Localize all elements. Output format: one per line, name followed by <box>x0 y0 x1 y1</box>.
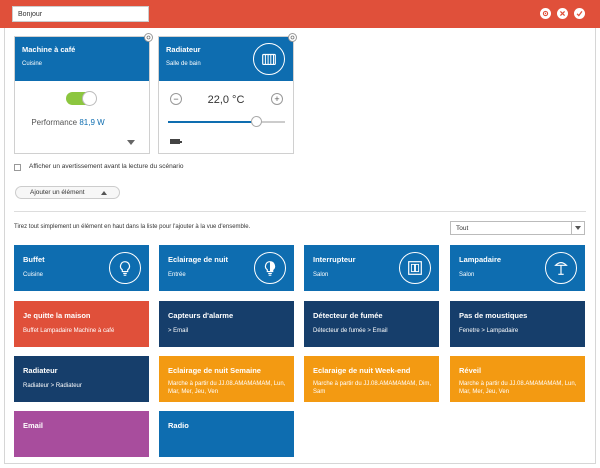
action-tile[interactable]: Radio <box>159 411 294 457</box>
bulb-icon <box>109 252 141 284</box>
tile-title: Radio <box>168 421 189 430</box>
radiator-icon <box>253 43 285 75</box>
chevron-down-icon[interactable] <box>571 222 584 234</box>
tile-title: Réveil <box>459 366 482 375</box>
floor-lamp-icon <box>545 252 577 284</box>
performance-label: Performance <box>31 118 78 127</box>
tile-title: Je quitte la maison <box>23 311 91 320</box>
tile-title: Pas de moustiques <box>459 311 528 320</box>
filter-value: Tout <box>456 224 469 232</box>
toggle-knob[interactable] <box>82 91 97 106</box>
element-tile[interactable]: Lampadaire Salon <box>450 245 585 291</box>
gear-icon <box>542 10 549 17</box>
tile-subtitle: Détecteur de fumée > Email <box>313 328 388 334</box>
tile-subtitle: Buffet Lampadaire Machine à café <box>23 328 115 334</box>
gear-icon <box>290 35 295 40</box>
chevron-up-icon <box>101 191 107 195</box>
remove-card-button[interactable] <box>288 33 297 42</box>
filter-select[interactable]: Tout <box>450 221 585 235</box>
scenario-tile[interactable]: Capteurs d'alarme > Email <box>159 301 294 347</box>
divider <box>14 211 586 212</box>
tile-subtitle: Radiateur > Radiateur <box>23 383 82 389</box>
tile-title: Détecteur de fumée <box>313 311 383 320</box>
tile-title: Eclaraige de nuit Week-end <box>313 366 411 375</box>
slider-handle[interactable] <box>250 116 262 127</box>
timer-tile[interactable]: Eclairage de nuit Semaine Marche à parti… <box>159 356 294 402</box>
action-tile[interactable]: Email <box>14 411 149 457</box>
card-title: Machine à café <box>22 45 76 54</box>
confirm-button[interactable] <box>574 8 585 19</box>
tile-title: Eclairage de nuit Semaine <box>168 366 261 375</box>
tile-title: Buffet <box>23 255 45 264</box>
close-icon <box>559 10 566 17</box>
scenario-name-input[interactable] <box>12 6 149 22</box>
temperature-increase-button[interactable]: + <box>271 93 283 105</box>
gear-icon <box>146 35 151 40</box>
tile-title: Lampadaire <box>459 255 502 264</box>
close-button[interactable] <box>557 8 568 19</box>
scenario-tile[interactable]: Je quitte la maison Buffet Lampadaire Ma… <box>14 301 149 347</box>
list-hint: Tirez tout simplement un élément en haut… <box>14 224 251 230</box>
card-header: Machine à café Cuisine <box>15 37 149 81</box>
tile-title: Email <box>23 421 44 430</box>
add-element-button[interactable]: Ajouter un élément <box>15 186 120 199</box>
element-tile[interactable]: Buffet Cuisine <box>14 245 149 291</box>
tile-subtitle: Fenetre > Lampadaire <box>459 328 519 334</box>
performance-readout: Performance 81,9 W <box>0 118 136 127</box>
card-room: Salle de bain <box>166 61 201 67</box>
warning-checkbox[interactable] <box>14 164 21 171</box>
remove-card-button[interactable] <box>144 33 153 42</box>
slider-fill <box>168 121 256 123</box>
timer-tile[interactable]: Eclaraige de nuit Week-end Marche à part… <box>304 356 439 402</box>
battery-icon <box>170 139 182 144</box>
top-bar <box>0 0 600 28</box>
scenario-tile[interactable]: Pas de moustiques Fenetre > Lampadaire <box>450 301 585 347</box>
tile-subtitle: > Email <box>168 328 189 334</box>
warning-checkbox-label: Afficher un avertissement avant la lectu… <box>29 163 184 170</box>
card-title: Radiateur <box>166 45 201 54</box>
night-bulb-icon <box>254 252 286 284</box>
settings-button[interactable] <box>540 8 551 19</box>
temperature-slider[interactable] <box>168 116 285 127</box>
tile-title: Capteurs d'alarme <box>168 311 234 320</box>
tile-title: Interrupteur <box>313 255 356 264</box>
add-element-label: Ajouter un élément <box>30 189 85 196</box>
switch-icon <box>399 252 431 284</box>
element-tile[interactable]: Eclairage de nuit Entrée <box>159 245 294 291</box>
tile-subtitle: Marche à partir du JJ.08.AMAMAMAM, Lun, … <box>459 381 577 395</box>
chevron-down-icon[interactable] <box>127 140 135 145</box>
performance-value: 81,9 W <box>79 118 105 127</box>
timer-tile[interactable]: Réveil Marche à partir du JJ.08.AMAMAMAM… <box>450 356 585 402</box>
card-room: Cuisine <box>22 61 43 67</box>
power-toggle[interactable] <box>66 91 97 106</box>
scenario-tile[interactable]: Radiateur Radiateur > Radiateur <box>14 356 149 402</box>
tile-title: Eclairage de nuit <box>168 255 229 264</box>
element-tile[interactable]: Interrupteur Salon <box>304 245 439 291</box>
tile-title: Radiateur <box>23 366 58 375</box>
check-icon <box>576 11 583 17</box>
scenario-tile[interactable]: Détecteur de fumée Détecteur de fumée > … <box>304 301 439 347</box>
tile-subtitle: Marche à partir du JJ.08.AMAMAMAM, Lun, … <box>168 381 286 395</box>
card-header: Radiateur Salle de bain <box>159 37 293 81</box>
tile-subtitle: Marche à partir du JJ.08.AMAMAMAM, Dim, … <box>313 381 432 395</box>
